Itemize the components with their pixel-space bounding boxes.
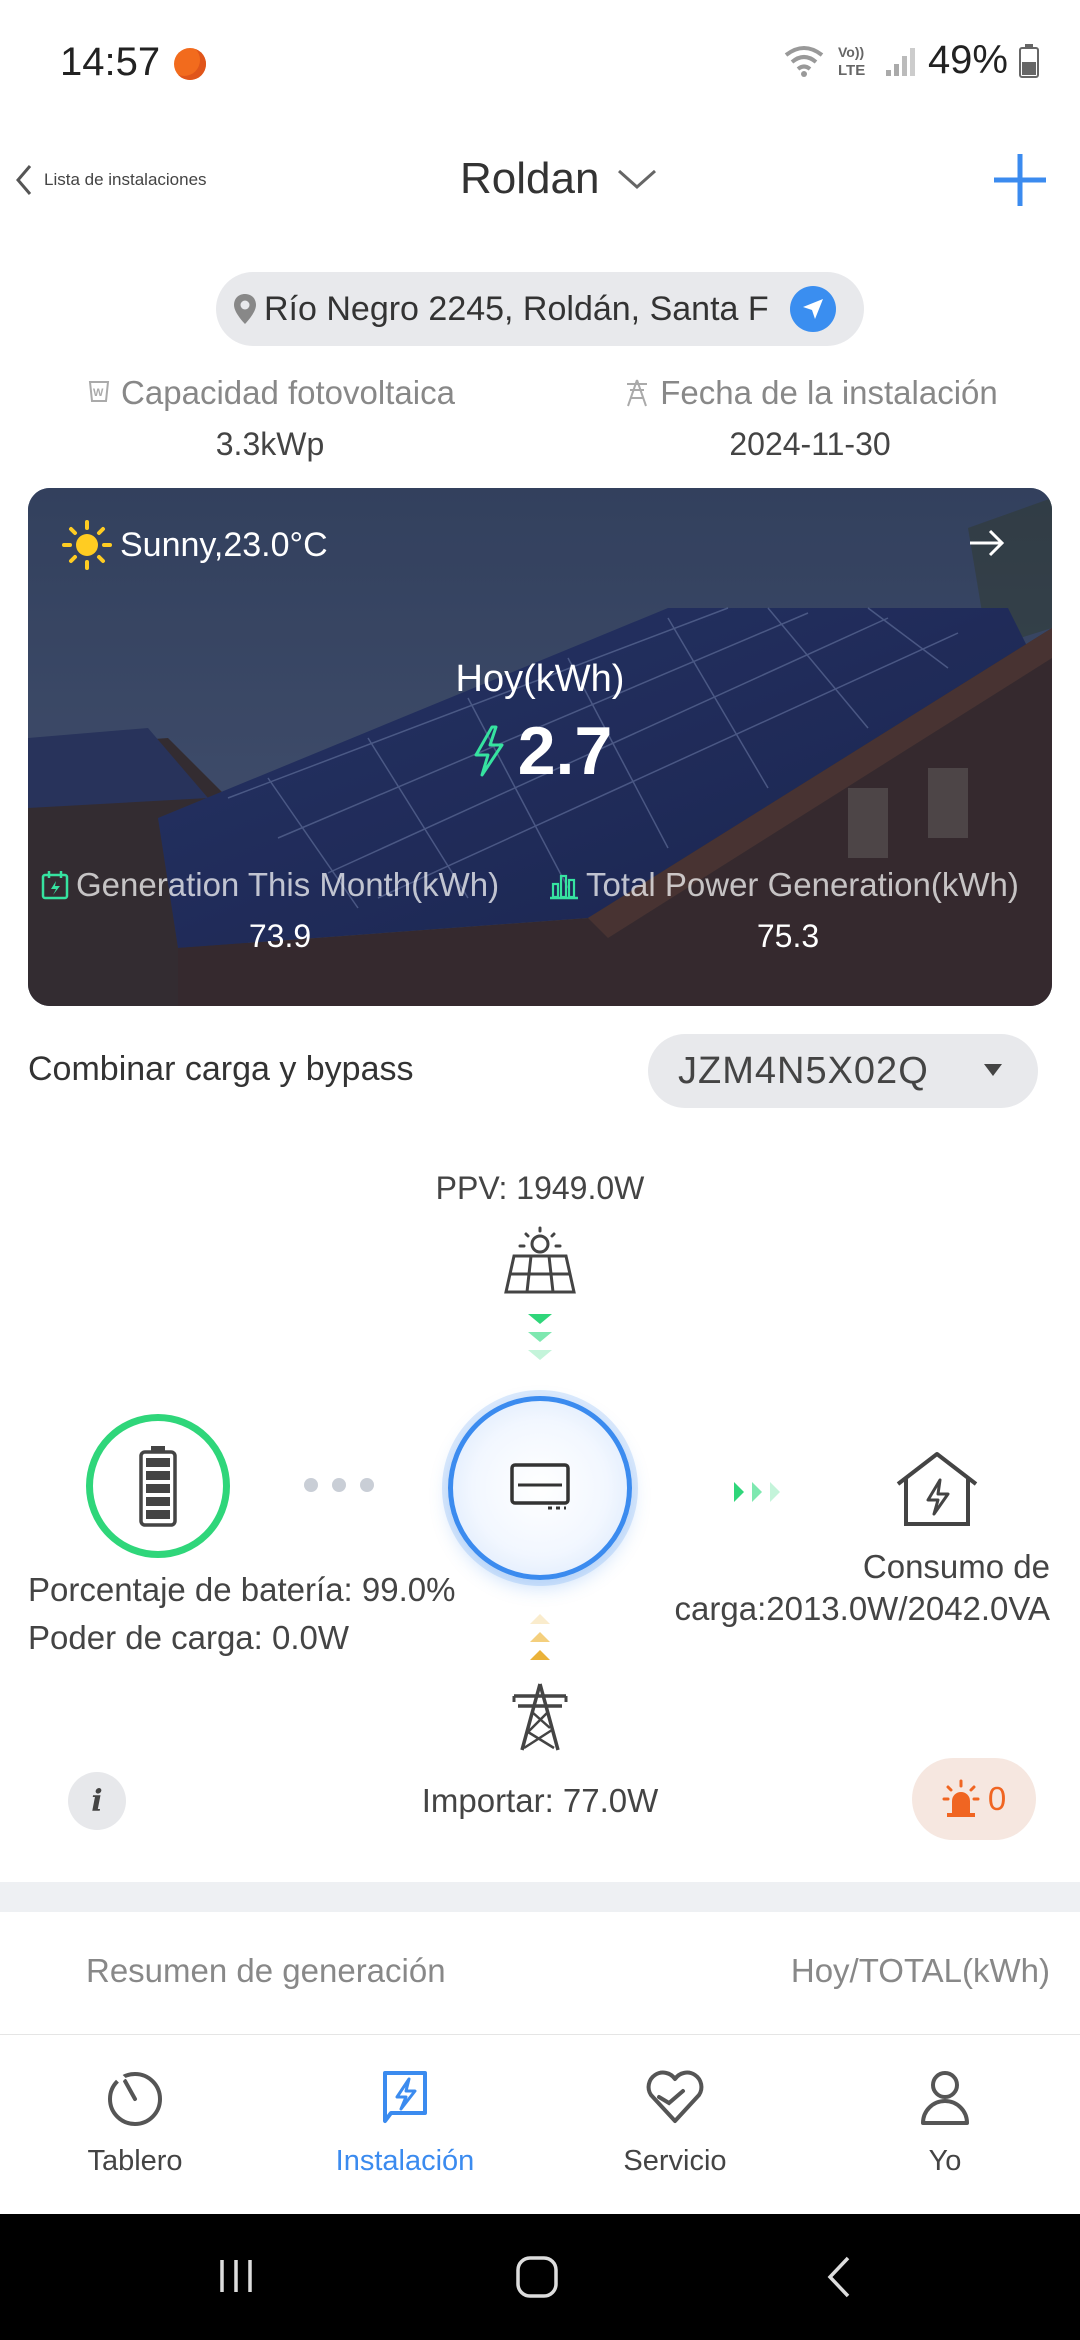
flow-down-arrows [528,1314,552,1360]
status-time: 14:57 [60,40,161,84]
pv-capacity-icon: W [88,381,110,402]
load-text-line1: Consumo de [862,1548,1050,1585]
wifi-icon [784,45,824,77]
sun-icon [62,520,112,570]
generation-summary-label: Resumen de generación [86,1952,446,1989]
flow-up-arrows [530,1614,550,1660]
chevron-down-icon [618,169,657,190]
today-label: Hoy(kWh) [455,658,625,700]
pv-capacity-value: 3.3kWp [215,426,325,462]
svg-text:W: W [93,387,104,399]
load-info: Consumo de carga:2013.0W/2042.0VA [675,1546,1050,1630]
inverter-icon [510,1463,570,1510]
alarm-count: 0 [987,1780,1007,1817]
tab-installation-label: Instalación [335,2145,475,2177]
app-header: Lista de instalaciones Roldan [0,140,1080,230]
address-pill[interactable]: Río Negro 2245, Roldán, Santa F [216,272,864,346]
installation-selector[interactable]: Roldan [460,154,657,204]
status-icons: Vo)) LTE 49% [782,38,1040,83]
chevron-left-icon [16,165,32,195]
install-date-label: Fecha de la instalación [660,374,998,411]
tab-me-label: Yo [928,2145,962,2177]
solar-panel-icon [504,1226,576,1294]
inverter-button[interactable] [448,1396,632,1580]
navigate-button[interactable] [790,286,836,332]
charge-power-text: Poder de carga: 0.0W [28,1619,350,1656]
lightning-icon [474,725,504,777]
recent-apps-icon[interactable] [214,2254,258,2298]
installation-lightning-icon [383,2071,427,2123]
back-label: Lista de instalaciones [44,170,207,189]
load-text-line2: carga:2013.0W/2042.0VA [674,1590,1050,1627]
today-value: 2.7 [517,713,613,789]
work-mode-label: Combinar carga y bypass [28,1050,414,1088]
device-selector[interactable]: JZM4N5X02Q [648,1034,1038,1108]
section-divider [0,1882,1080,1912]
home-load-icon[interactable] [892,1450,982,1530]
month-value: 73.9 [248,918,312,954]
svg-text:Vo)): Vo)) [838,44,864,60]
home-icon[interactable] [514,2254,560,2300]
battery-icon [1019,43,1039,78]
total-label: Total Power Generation(kWh) [586,866,1019,903]
battery-ring[interactable] [86,1414,230,1558]
battery-percent: 49% [927,38,1008,82]
generation-card[interactable]: Sunny,23.0°C Hoy(kWh) 2.7 Generation Thi… [28,488,1052,1006]
install-tower-icon [627,379,648,407]
tab-dashboard-label: Tablero [87,2145,183,2177]
pv-capacity: W Capacidad fotovoltaica 3.3kWp [0,374,540,463]
total-generation: Total Power Generation(kWh) 75.3 [548,866,1052,955]
weather-text: Sunny,23.0°C [120,525,328,564]
svg-text:LTE: LTE [838,62,865,79]
total-value: 75.3 [756,918,820,954]
arrow-right-icon[interactable] [968,528,1006,558]
tab-installation[interactable]: Instalación [270,2065,540,2178]
dashboard-gauge-icon [108,2072,162,2126]
battery-flow-dots [304,1478,374,1492]
user-profile-icon [921,2071,969,2125]
back-nav-icon[interactable] [824,2254,854,2300]
alarm-button[interactable]: 0 [912,1758,1036,1840]
month-generation: Generation This Month(kWh) 73.9 [40,866,560,955]
today-generation: 2.7 [28,712,1052,790]
add-icon[interactable] [990,150,1050,210]
service-heart-icon [646,2070,704,2123]
caret-down-icon [984,1064,1002,1076]
install-date: Fecha de la instalación 2024-11-30 [540,374,1080,463]
status-bar: 14:57 Vo)) LTE 49% [0,0,1080,120]
battery-info: Porcentaje de batería: 99.0% Poder de ca… [28,1566,455,1662]
notification-app-icon [174,48,206,80]
device-selected: JZM4N5X02Q [678,1049,929,1092]
back-button[interactable]: Lista de instalaciones [14,162,207,198]
install-date-value: 2024-11-30 [729,426,891,462]
volte-icon: Vo)) LTE [838,44,865,79]
tab-service[interactable]: Servicio [540,2065,810,2178]
signal-icon [885,47,915,76]
calendar-charge-icon [41,871,69,900]
tab-me[interactable]: Yo [810,2065,1080,2178]
battery-percent-text: Porcentaje de batería: 99.0% [28,1571,456,1608]
flow-right-arrows [734,1482,780,1502]
navigate-arrow-icon [803,299,823,319]
address-text: Río Negro 2245, Roldán, Santa F [264,289,769,328]
bottom-tab-bar: Tablero Instalación Servicio Yo [0,2034,1080,2214]
system-navigation-bar [0,2214,1080,2340]
battery-icon [139,1446,177,1527]
page-title: Roldan [460,154,600,203]
alarm-siren-icon [942,1779,980,1817]
month-label: Generation This Month(kWh) [76,866,500,903]
pv-capacity-label: Capacidad fotovoltaica [121,374,455,411]
generation-summary-unit[interactable]: Hoy/TOTAL(kWh) [791,1952,1050,1990]
pv-power: PPV: 1949.0W [435,1170,645,1206]
weather: Sunny,23.0°C [60,518,328,572]
tab-dashboard[interactable]: Tablero [0,2065,270,2178]
bar-chart-icon [550,874,578,900]
tab-service-label: Servicio [623,2145,727,2177]
grid-tower-icon[interactable] [506,1682,574,1752]
location-pin-icon [234,294,256,324]
